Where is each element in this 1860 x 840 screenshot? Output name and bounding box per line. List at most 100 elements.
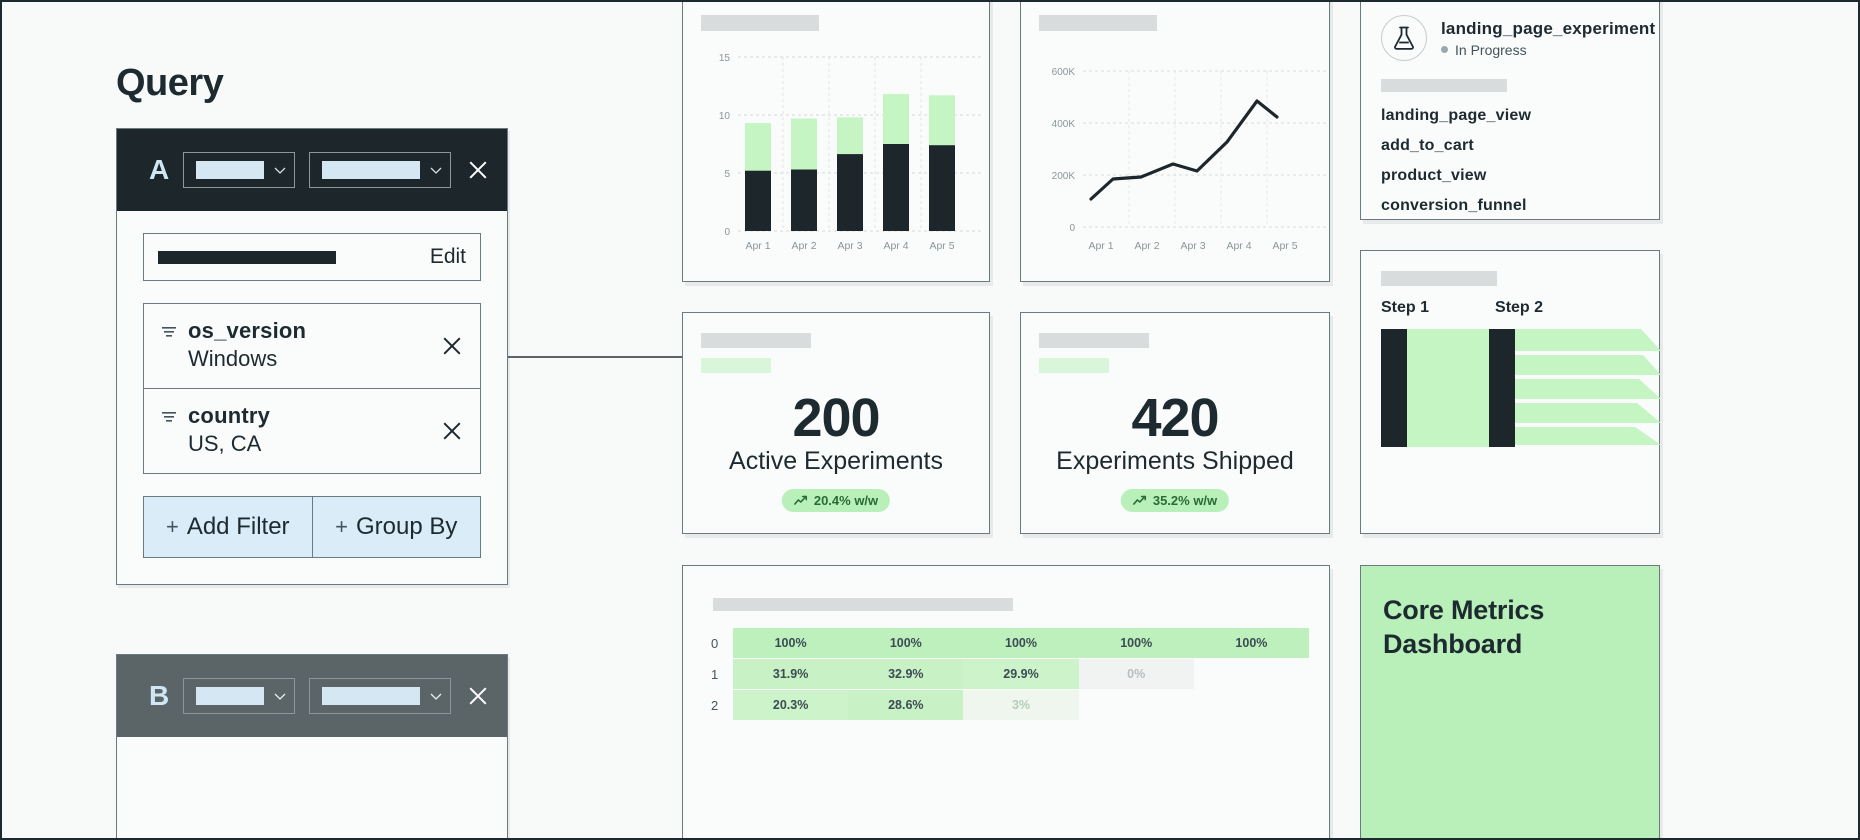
filter-key: os_version <box>188 318 307 343</box>
svg-text:Apr 1: Apr 1 <box>1088 240 1113 252</box>
funnel-chart-card[interactable]: Step 1 Step 2 <box>1360 250 1661 534</box>
table-cell: 100% <box>733 628 849 658</box>
plus-icon: + <box>165 514 179 539</box>
filter-item[interactable]: country US, CA <box>144 389 480 473</box>
table-cell <box>1194 659 1309 689</box>
svg-text:Apr 3: Apr 3 <box>1180 240 1205 252</box>
funnel-title-placeholder <box>1381 271 1497 286</box>
edit-event-button[interactable]: Edit <box>430 245 466 269</box>
svg-text:Apr 3: Apr 3 <box>837 240 862 252</box>
aggregation-select-a[interactable] <box>308 152 451 188</box>
add-filter-button[interactable]: + Add Filter <box>143 496 313 558</box>
table-cell: 100% <box>1078 628 1194 658</box>
experiment-subtitle-placeholder <box>1381 79 1507 92</box>
svg-text:Apr 5: Apr 5 <box>1272 240 1297 252</box>
funnel-step-label: Step 1 <box>1381 299 1430 316</box>
trend-text: 20.4% w/w <box>813 493 879 508</box>
query-card-a: A Edit os_version Windows country US, CA… <box>116 128 508 585</box>
table-cell: 29.9% <box>963 659 1079 689</box>
svg-text:5: 5 <box>724 169 730 180</box>
query-actions: + Add Filter + Group By <box>143 496 481 558</box>
filter-item[interactable]: os_version Windows <box>144 304 480 389</box>
remove-filter-button[interactable] <box>440 334 464 358</box>
metric-select-a[interactable] <box>183 152 295 188</box>
svg-text:0: 0 <box>724 227 730 238</box>
metric-select-b[interactable] <box>183 678 295 714</box>
trend-up-icon <box>794 495 808 506</box>
remove-filter-button[interactable] <box>440 419 464 443</box>
table-row: 1 31.9% 32.9% 29.9% 0% <box>711 659 1309 689</box>
query-card-a-header: A <box>117 129 507 211</box>
svg-text:0: 0 <box>1069 223 1075 234</box>
chevron-down-icon <box>272 688 288 704</box>
kpi-value: 420 <box>1131 388 1219 448</box>
filter-icon <box>160 322 178 340</box>
status-dot-icon <box>1441 46 1448 53</box>
table-cell: 100% <box>963 628 1079 658</box>
kpi-card-experiments-shipped[interactable]: 420 Experiments Shipped 35.2% w/w <box>1020 312 1330 534</box>
filter-key: country <box>188 403 271 428</box>
table-cell: 0% <box>1078 659 1194 689</box>
query-card-b-header: B <box>117 655 507 737</box>
row-label: 2 <box>711 697 719 713</box>
flask-icon <box>1381 15 1427 61</box>
status-badge: In Progress <box>1441 42 1655 58</box>
list-item[interactable]: product_view <box>1381 167 1531 185</box>
group-by-button[interactable]: + Group By <box>312 496 481 558</box>
table-cell: 100% <box>848 628 964 658</box>
close-query-a-button[interactable] <box>465 157 489 183</box>
kpi-subtitle-placeholder <box>701 358 771 373</box>
page-title: Query <box>116 62 224 104</box>
query-letter-b: B <box>149 680 170 711</box>
trend-text: 35.2% w/w <box>1152 493 1218 508</box>
chevron-down-icon <box>428 688 444 704</box>
kpi-title-placeholder <box>1039 333 1149 348</box>
kpi-card-active-experiments[interactable]: 200 Active Experiments 20.4% w/w <box>682 312 990 534</box>
filter-value: US, CA <box>188 431 262 456</box>
chart-card-line[interactable]: 600K 400K 200K 0 Apr 1 Apr 2 Apr 3 Apr 4… <box>1020 2 1330 282</box>
table-cell: 3% <box>963 690 1079 720</box>
event-name-placeholder <box>158 250 336 264</box>
list-item[interactable]: add_to_cart <box>1381 137 1531 155</box>
svg-text:10: 10 <box>719 111 731 122</box>
funnel-graph <box>1381 329 1661 447</box>
svg-text:Apr 2: Apr 2 <box>1134 240 1159 252</box>
filter-value: Windows <box>188 346 278 371</box>
chevron-down-icon <box>272 162 288 178</box>
query-card-b-body <box>117 737 507 838</box>
experiment-header: landing_page_experiment In Progress <box>1361 2 1659 61</box>
table-cell <box>1194 690 1309 720</box>
chart-card-stacked-bar[interactable]: 15 10 5 0 Apr 1 Apr 2 Apr 3 Apr 4 Apr 5 <box>682 2 990 282</box>
list-item[interactable]: conversion_funnel <box>1381 197 1531 215</box>
table-title-placeholder <box>713 598 1013 611</box>
svg-text:200K: 200K <box>1052 171 1076 182</box>
dashboard-canvas: 15 10 5 0 Apr 1 Apr 2 Apr 3 Apr 4 Apr 5 … <box>662 2 1858 838</box>
filter-icon <box>160 407 178 425</box>
event-row-a[interactable]: Edit <box>143 233 481 281</box>
close-query-b-button[interactable] <box>465 683 489 709</box>
kpi-label: Active Experiments <box>729 447 943 475</box>
trend-up-icon <box>1133 495 1147 506</box>
aggregation-select-b-value <box>321 687 420 705</box>
metrics-dashboard-tile[interactable]: Core Metrics Dashboard <box>1360 565 1660 838</box>
chevron-down-icon <box>428 162 444 178</box>
experiment-panel-card[interactable]: landing_page_experiment In Progress land… <box>1360 2 1660 220</box>
table-cell <box>1079 690 1194 720</box>
add-filter-label: Add Filter <box>186 513 290 540</box>
svg-text:Apr 5: Apr 5 <box>929 240 954 252</box>
aggregation-select-b[interactable] <box>308 678 451 714</box>
group-by-label: Group By <box>355 513 458 540</box>
retention-table-card[interactable]: 0 100% 100% 100% 100% 100% 1 31.9% 32.9%… <box>682 565 1330 838</box>
filter-list: os_version Windows country US, CA <box>143 303 481 474</box>
plus-icon: + <box>335 514 348 539</box>
row-label: 0 <box>711 635 719 651</box>
app-root: Query A Edit os_version Windows country … <box>0 0 1860 840</box>
chart-title-placeholder <box>1039 15 1157 31</box>
svg-text:400K: 400K <box>1052 119 1076 130</box>
metric-select-b-value <box>196 687 264 705</box>
svg-text:Apr 1: Apr 1 <box>745 240 770 252</box>
svg-text:Apr 2: Apr 2 <box>791 240 816 252</box>
list-item[interactable]: landing_page_view <box>1381 107 1531 125</box>
line-plot: 600K 400K 200K 0 Apr 1 Apr 2 Apr 3 Apr 4… <box>1021 43 1329 281</box>
metrics-tile-title: Core Metrics Dashboard <box>1383 595 1545 659</box>
